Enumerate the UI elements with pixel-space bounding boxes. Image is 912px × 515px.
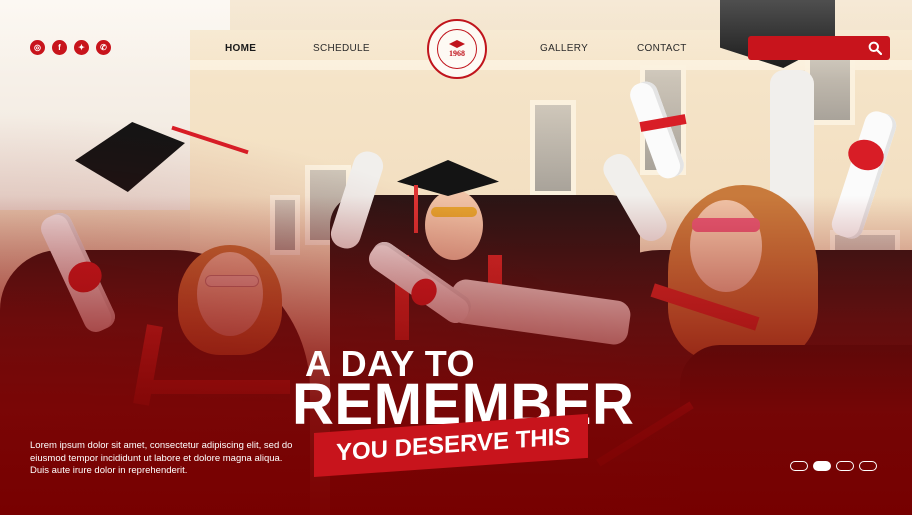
graduation-cap-icon bbox=[449, 40, 465, 48]
search-bar bbox=[748, 36, 890, 60]
carousel-dot[interactable] bbox=[790, 461, 808, 471]
landing-page: ◎ f ✦ ✆ HOME SCHEDULE GALLERY CONTACT 19… bbox=[0, 0, 912, 515]
logo-year: 1968 bbox=[449, 49, 465, 58]
logo-emblem: 1968 bbox=[437, 29, 477, 69]
search-icon[interactable] bbox=[868, 41, 882, 55]
hero-description: Lorem ipsum dolor sit amet, consectetur … bbox=[30, 440, 293, 476]
facebook-icon[interactable]: f bbox=[52, 40, 67, 55]
carousel-indicators bbox=[790, 461, 877, 471]
search-input[interactable] bbox=[754, 39, 858, 59]
nav-schedule[interactable]: SCHEDULE bbox=[313, 43, 370, 54]
college-logo[interactable]: 1968 bbox=[427, 19, 487, 79]
nav-contact[interactable]: CONTACT bbox=[637, 43, 687, 54]
social-links: ◎ f ✦ ✆ bbox=[30, 40, 111, 55]
carousel-dot[interactable] bbox=[859, 461, 877, 471]
instagram-icon[interactable]: ◎ bbox=[30, 40, 45, 55]
carousel-dot[interactable] bbox=[836, 461, 854, 471]
tagline-text: YOU DESERVE THIS bbox=[336, 423, 571, 467]
twitter-icon[interactable]: ✦ bbox=[74, 40, 89, 55]
whatsapp-icon[interactable]: ✆ bbox=[96, 40, 111, 55]
nav-gallery[interactable]: GALLERY bbox=[540, 43, 588, 54]
carousel-dot-active[interactable] bbox=[813, 461, 831, 471]
nav-home[interactable]: HOME bbox=[225, 43, 256, 54]
